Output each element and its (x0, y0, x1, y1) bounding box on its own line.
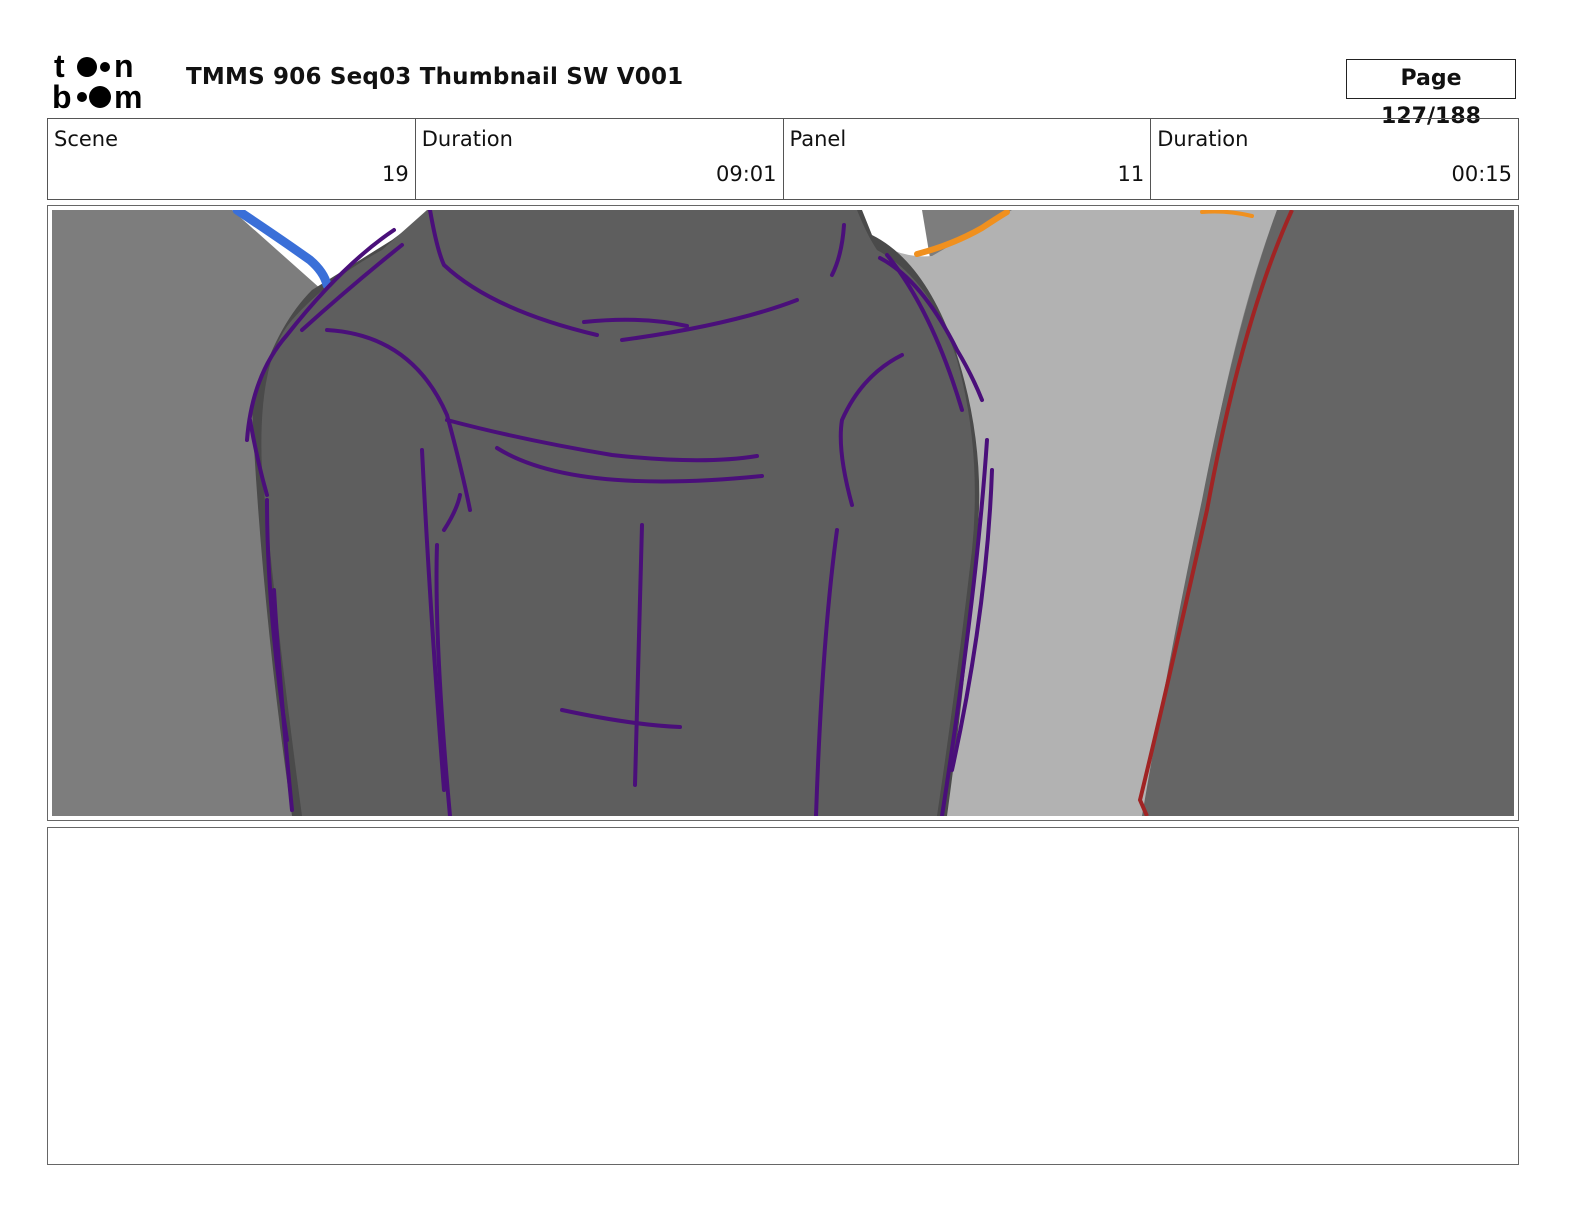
document-title: TMMS 906 Seq03 Thumbnail SW V001 (186, 64, 684, 90)
panel-drawing (52, 210, 1514, 816)
panel-label: Panel (789, 127, 847, 151)
storyboard-panel (47, 205, 1519, 821)
logo-dot-icon (77, 57, 97, 77)
panel-value: 11 (1117, 162, 1145, 186)
panel-duration-value: 00:15 (1451, 162, 1512, 186)
scene-label: Scene (54, 127, 119, 151)
scene-duration-value: 09:01 (715, 162, 777, 186)
scene-duration-cell: Duration 09:01 (414, 119, 783, 199)
figure-body (261, 210, 975, 816)
panel-notes-box[interactable] (47, 827, 1519, 1165)
logo-letter-b: b (52, 79, 72, 112)
scene-value: 19 (382, 162, 409, 186)
logo-dot-icon (77, 92, 87, 102)
panel-duration-cell: Duration 00:15 (1150, 119, 1518, 199)
panel-info-table: Scene 19 Duration 09:01 Panel 11 Duratio… (47, 118, 1519, 200)
toonboom-logo: t n b m (52, 50, 142, 112)
panel-duration-label: Duration (1157, 127, 1249, 151)
scene-cell: Scene 19 (48, 119, 415, 199)
logo-letter-m: m (114, 79, 142, 112)
panel-cell: Panel 11 (782, 119, 1151, 199)
page-indicator: Page 127/188 (1346, 59, 1516, 129)
logo-dot-icon (89, 86, 111, 108)
scene-duration-label: Duration (421, 127, 513, 151)
logo-dot-icon (100, 62, 110, 72)
